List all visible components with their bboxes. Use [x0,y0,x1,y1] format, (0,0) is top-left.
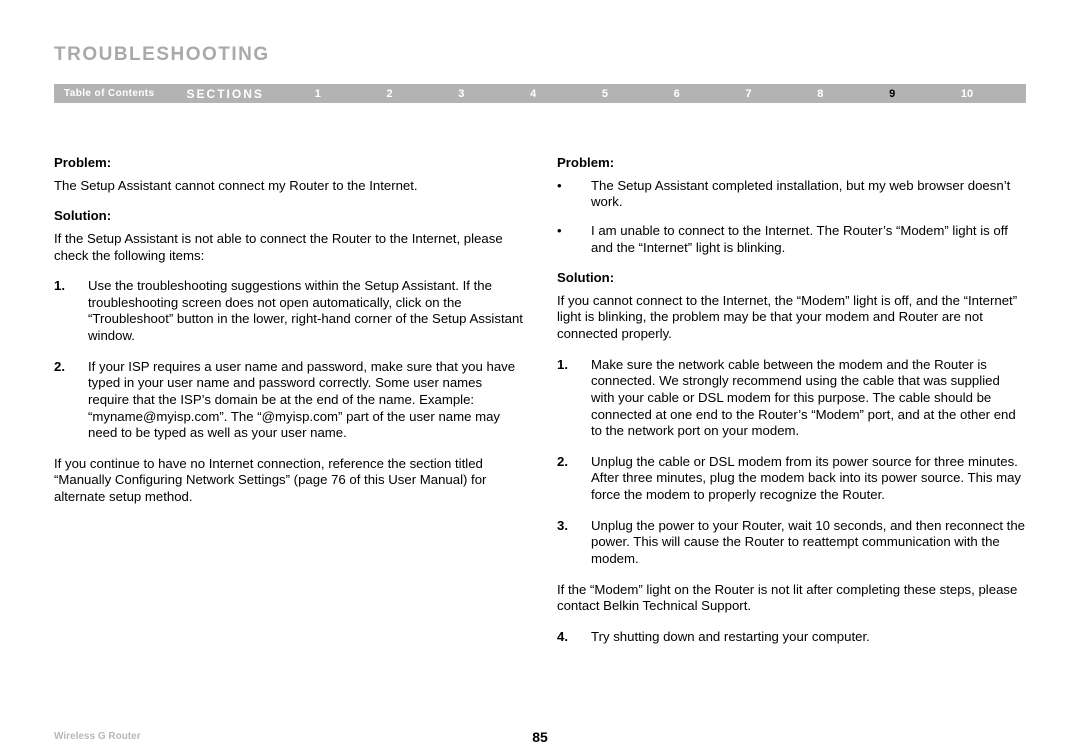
left-problem-heading: Problem: [54,155,523,172]
list-item: • I am unable to connect to the Internet… [557,223,1026,256]
page: TROUBLESHOOTING Table of Contents SECTIO… [0,0,1080,756]
step-text: If your ISP requires a user name and pas… [88,359,523,442]
list-item: 2. If your ISP requires a user name and … [54,359,523,442]
section-link-1[interactable]: 1 [315,88,321,100]
section-link-2[interactable]: 2 [386,88,392,100]
step-number: 1. [557,357,573,440]
footer-product-name: Wireless G Router [54,731,141,742]
list-item: • The Setup Assistant completed installa… [557,178,1026,211]
step-text: Try shutting down and restarting your co… [591,629,1026,646]
right-solution-intro: If you cannot connect to the Internet, t… [557,293,1026,343]
bullet-text: The Setup Assistant completed installati… [591,178,1026,211]
left-steps: 1. Use the troubleshooting suggestions w… [54,278,523,442]
section-link-9[interactable]: 9 [889,88,895,100]
page-footer: Wireless G Router 85 [54,731,1026,742]
left-solution-heading: Solution: [54,208,523,225]
section-link-4[interactable]: 4 [530,88,536,100]
bullet-icon: • [557,223,573,256]
section-link-7[interactable]: 7 [745,88,751,100]
list-item: 3. Unplug the power to your Router, wait… [557,518,1026,568]
footer-page-number: 85 [532,729,548,745]
right-mid-note: If the “Modem” light on the Router is no… [557,582,1026,615]
right-steps: 1. Make sure the network cable between t… [557,357,1026,568]
list-item: 2. Unplug the cable or DSL modem from it… [557,454,1026,504]
step-text: Use the troubleshooting suggestions with… [88,278,523,345]
list-item: 1. Use the troubleshooting suggestions w… [54,278,523,345]
step-number: 1. [54,278,70,345]
step-number: 4. [557,629,573,646]
section-link-5[interactable]: 5 [602,88,608,100]
section-link-10[interactable]: 10 [961,88,973,100]
step-number: 2. [557,454,573,504]
bullet-icon: • [557,178,573,211]
sections-navbar: Table of Contents SECTIONS 1 2 3 4 5 6 7… [54,84,1026,103]
list-item: 4. Try shutting down and restarting your… [557,629,1026,646]
step-number: 3. [557,518,573,568]
bullet-text: I am unable to connect to the Internet. … [591,223,1026,256]
section-link-8[interactable]: 8 [817,88,823,100]
left-closing-text: If you continue to have no Internet conn… [54,456,523,506]
page-title: TROUBLESHOOTING [54,44,1026,66]
list-item: 1. Make sure the network cable between t… [557,357,1026,440]
toc-link[interactable]: Table of Contents [54,88,169,99]
left-solution-intro: If the Setup Assistant is not able to co… [54,231,523,264]
section-link-6[interactable]: 6 [674,88,680,100]
right-problem-heading: Problem: [557,155,1026,172]
step-text: Make sure the network cable between the … [591,357,1026,440]
right-solution-heading: Solution: [557,270,1026,287]
left-problem-text: The Setup Assistant cannot connect my Ro… [54,178,523,195]
sections-label: SECTIONS [169,87,282,101]
section-link-3[interactable]: 3 [458,88,464,100]
right-column: Problem: • The Setup Assistant completed… [557,155,1026,659]
step-text: Unplug the power to your Router, wait 10… [591,518,1026,568]
left-column: Problem: The Setup Assistant cannot conn… [54,155,523,659]
content-columns: Problem: The Setup Assistant cannot conn… [54,155,1026,659]
step-text: Unplug the cable or DSL modem from its p… [591,454,1026,504]
right-steps-after: 4. Try shutting down and restarting your… [557,629,1026,646]
right-problem-bullets: • The Setup Assistant completed installa… [557,178,1026,257]
section-links: 1 2 3 4 5 6 7 8 9 10 [282,88,1026,100]
step-number: 2. [54,359,70,442]
